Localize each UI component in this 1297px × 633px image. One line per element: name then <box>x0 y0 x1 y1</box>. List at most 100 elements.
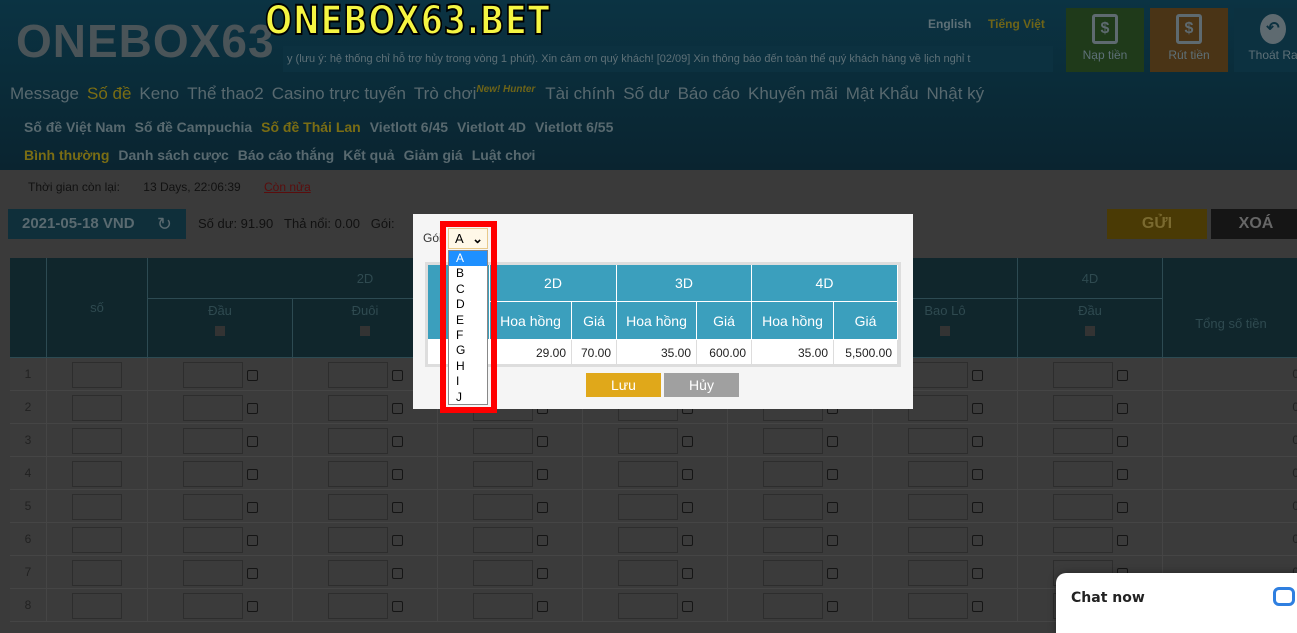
nav-item[interactable]: Báo cáo <box>678 84 740 103</box>
checkbox[interactable] <box>682 568 693 579</box>
amount-input[interactable] <box>328 362 388 388</box>
amount-input[interactable] <box>908 428 968 454</box>
amount-input[interactable] <box>183 362 243 388</box>
checkbox[interactable] <box>827 601 838 612</box>
cancel-button[interactable]: Hủy <box>664 373 739 397</box>
package-option[interactable]: B <box>449 266 487 281</box>
package-option[interactable]: I <box>449 374 487 389</box>
checkbox[interactable] <box>827 469 838 480</box>
subnav-item[interactable]: Số đề Campuchia <box>135 119 252 135</box>
select-all-checkbox[interactable] <box>215 326 225 336</box>
nav-item[interactable]: Thể thao2 <box>187 84 264 103</box>
checkbox[interactable] <box>972 568 983 579</box>
amount-input[interactable] <box>763 428 823 454</box>
package-option[interactable]: D <box>449 297 487 312</box>
nav-item[interactable]: Khuyến mãi <box>748 84 838 103</box>
checkbox[interactable] <box>392 502 403 513</box>
amount-input[interactable] <box>473 461 533 487</box>
checkbox[interactable] <box>392 568 403 579</box>
checkbox[interactable] <box>247 370 258 381</box>
amount-input[interactable] <box>763 494 823 520</box>
checkbox[interactable] <box>537 436 548 447</box>
checkbox[interactable] <box>392 370 403 381</box>
chat-widget[interactable]: Chat now <box>1056 573 1297 633</box>
number-input[interactable] <box>72 494 122 520</box>
amount-input[interactable] <box>473 494 533 520</box>
amount-input[interactable] <box>618 527 678 553</box>
nav-item[interactable]: Message <box>10 84 79 103</box>
checkbox[interactable] <box>682 469 693 480</box>
amount-input[interactable] <box>328 494 388 520</box>
checkbox[interactable] <box>972 535 983 546</box>
logo[interactable]: ONEBOX63 <box>16 14 275 68</box>
amount-input[interactable] <box>1053 527 1113 553</box>
checkbox[interactable] <box>537 502 548 513</box>
checkbox[interactable] <box>1117 535 1128 546</box>
amount-input[interactable] <box>183 395 243 421</box>
amount-input[interactable] <box>618 560 678 586</box>
checkbox[interactable] <box>682 502 693 513</box>
nav-item[interactable]: Mật Khẩu <box>846 84 919 103</box>
subnav2-item[interactable]: Báo cáo thắng <box>238 147 334 163</box>
amount-input[interactable] <box>183 527 243 553</box>
package-option[interactable]: A <box>449 251 487 267</box>
checkbox[interactable] <box>827 436 838 447</box>
select-all-checkbox[interactable] <box>940 326 950 336</box>
checkbox[interactable] <box>972 601 983 612</box>
checkbox[interactable] <box>537 568 548 579</box>
amount-input[interactable] <box>618 461 678 487</box>
amount-input[interactable] <box>908 593 968 619</box>
checkbox[interactable] <box>247 403 258 414</box>
checkbox[interactable] <box>972 436 983 447</box>
package-option[interactable]: E <box>449 313 487 328</box>
amount-input[interactable] <box>763 527 823 553</box>
checkbox[interactable] <box>392 403 403 414</box>
checkbox[interactable] <box>827 502 838 513</box>
checkbox[interactable] <box>1117 403 1128 414</box>
select-all-checkbox[interactable] <box>360 326 370 336</box>
amount-input[interactable] <box>618 494 678 520</box>
amount-input[interactable] <box>328 527 388 553</box>
checkbox[interactable] <box>827 535 838 546</box>
nav-item[interactable]: Tài chính <box>545 84 615 103</box>
checkbox[interactable] <box>682 436 693 447</box>
checkbox[interactable] <box>392 436 403 447</box>
amount-input[interactable] <box>763 461 823 487</box>
amount-input[interactable] <box>328 428 388 454</box>
amount-input[interactable] <box>618 593 678 619</box>
more-link[interactable]: Còn nửa <box>264 180 311 194</box>
checkbox[interactable] <box>682 601 693 612</box>
package-option[interactable]: J <box>449 390 487 405</box>
checkbox[interactable] <box>972 469 983 480</box>
amount-input[interactable] <box>618 428 678 454</box>
package-option[interactable]: H <box>449 359 487 374</box>
package-select[interactable]: A ⌄ <box>448 228 488 249</box>
logout-button[interactable]: ↶ Thoát Ra <box>1234 8 1297 72</box>
amount-input[interactable] <box>908 461 968 487</box>
amount-input[interactable] <box>183 560 243 586</box>
save-button[interactable]: Lưu <box>586 373 661 397</box>
checkbox[interactable] <box>392 469 403 480</box>
subnav2-item[interactable]: Kết quả <box>343 147 394 163</box>
amount-input[interactable] <box>473 593 533 619</box>
subnav-item[interactable]: Vietlott 6/45 <box>370 119 448 135</box>
amount-input[interactable] <box>473 428 533 454</box>
checkbox[interactable] <box>1117 436 1128 447</box>
checkbox[interactable] <box>1117 502 1128 513</box>
checkbox[interactable] <box>537 535 548 546</box>
checkbox[interactable] <box>392 601 403 612</box>
nav-item[interactable]: Số dư <box>623 84 669 103</box>
subnav2-item[interactable]: Luật chơi <box>472 147 536 163</box>
send-button[interactable]: GỬI <box>1107 209 1207 239</box>
checkbox[interactable] <box>972 502 983 513</box>
package-option[interactable]: C <box>449 282 487 297</box>
number-input[interactable] <box>72 362 122 388</box>
refresh-icon[interactable]: ↻ <box>157 209 172 239</box>
nav-item[interactable]: Keno <box>139 84 179 103</box>
checkbox[interactable] <box>537 469 548 480</box>
checkbox[interactable] <box>247 535 258 546</box>
select-all-checkbox[interactable] <box>1085 326 1095 336</box>
number-input[interactable] <box>72 593 122 619</box>
subnav-item[interactable]: Vietlott 4D <box>457 119 526 135</box>
checkbox[interactable] <box>247 568 258 579</box>
